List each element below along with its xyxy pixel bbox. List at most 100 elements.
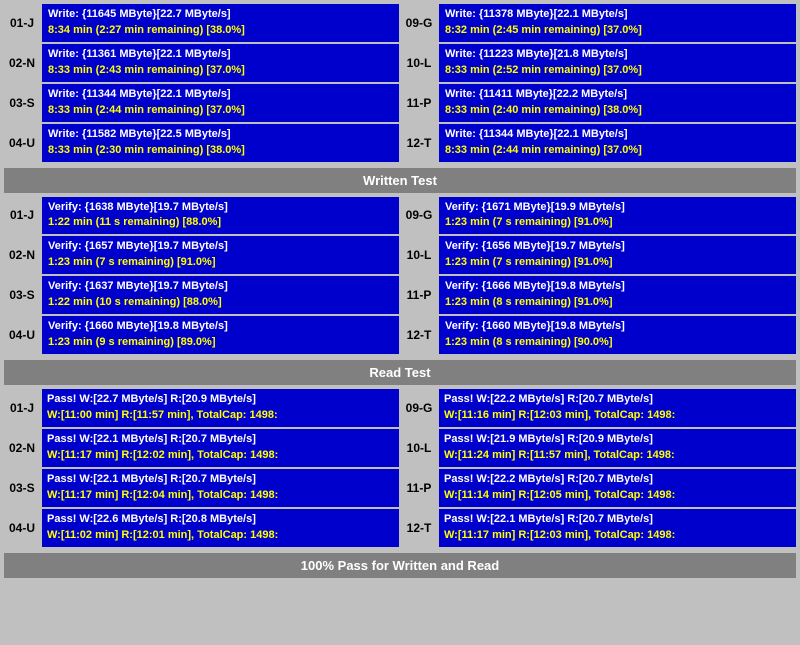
verify-line2-11p: 1:23 min (8 s remaining) [91.0%] [445, 295, 790, 311]
write-cell-12t: Write: {11344 MByte}[22.1 MByte/s] 8:33 … [439, 124, 796, 162]
read-cell-01j: Pass! W:[22.7 MByte/s] R:[20.9 MByte/s] … [42, 389, 399, 427]
read-section: 01-J Pass! W:[22.7 MByte/s] R:[20.9 MByt… [4, 389, 796, 549]
write-row-04u: 04-U Write: {11582 MByte}[22.5 MByte/s] … [4, 124, 399, 162]
row-label-02n: 02-N [4, 44, 40, 82]
read-test-header: Read Test [4, 360, 796, 385]
write-right-col: 09-G Write: {11378 MByte}[22.1 MByte/s] … [401, 4, 796, 164]
verify-row-11p: 11-P Verify: {1666 MByte}[19.8 MByte/s] … [401, 276, 796, 314]
footer-label: 100% Pass for Written and Read [301, 558, 499, 573]
verify-line1-09g: Verify: {1671 MByte}[19.9 MByte/s] [445, 200, 790, 216]
verify-row-10l: 10-L Verify: {1656 MByte}[19.7 MByte/s] … [401, 236, 796, 274]
write-line2-10l: 8:33 min (2:52 min remaining) [37.0%] [445, 63, 790, 79]
read-label-11p: 11-P [401, 469, 437, 507]
row-label-12t: 12-T [401, 124, 437, 162]
write-row-09g: 09-G Write: {11378 MByte}[22.1 MByte/s] … [401, 4, 796, 42]
write-line1-11p: Write: {11411 MByte}[22.2 MByte/s] [445, 87, 790, 103]
verify-line1-12t: Verify: {1660 MByte}[19.8 MByte/s] [445, 319, 790, 335]
verify-cell-04u: Verify: {1660 MByte}[19.8 MByte/s] 1:23 … [42, 316, 399, 354]
read-label-03s: 03-S [4, 469, 40, 507]
write-cell-10l: Write: {11223 MByte}[21.8 MByte/s] 8:33 … [439, 44, 796, 82]
read-line1-11p: Pass! W:[22.2 MByte/s] R:[20.7 MByte/s] [444, 472, 791, 488]
write-grid: 01-J Write: {11645 MByte}[22.7 MByte/s] … [4, 4, 796, 164]
read-cell-10l: Pass! W:[21.9 MByte/s] R:[20.9 MByte/s] … [439, 429, 796, 467]
read-label-12t: 12-T [401, 509, 437, 547]
write-row-11p: 11-P Write: {11411 MByte}[22.2 MByte/s] … [401, 84, 796, 122]
write-line1-03s: Write: {11344 MByte}[22.1 MByte/s] [48, 87, 393, 103]
verify-label-04u: 04-U [4, 316, 40, 354]
write-line2-03s: 8:33 min (2:44 min remaining) [37.0%] [48, 103, 393, 119]
read-row-09g: 09-G Pass! W:[22.2 MByte/s] R:[20.7 MByt… [401, 389, 796, 427]
write-line2-04u: 8:33 min (2:30 min remaining) [38.0%] [48, 143, 393, 159]
write-row-03s: 03-S Write: {11344 MByte}[22.1 MByte/s] … [4, 84, 399, 122]
verify-label-10l: 10-L [401, 236, 437, 274]
read-row-11p: 11-P Pass! W:[22.2 MByte/s] R:[20.7 MByt… [401, 469, 796, 507]
verify-line2-01j: 1:22 min (11 s remaining) [88.0%] [48, 215, 393, 231]
read-line1-01j: Pass! W:[22.7 MByte/s] R:[20.9 MByte/s] [47, 392, 394, 408]
verify-row-02n: 02-N Verify: {1657 MByte}[19.7 MByte/s] … [4, 236, 399, 274]
write-line1-04u: Write: {11582 MByte}[22.5 MByte/s] [48, 127, 393, 143]
read-grid: 01-J Pass! W:[22.7 MByte/s] R:[20.9 MByt… [4, 389, 796, 549]
write-section: 01-J Write: {11645 MByte}[22.7 MByte/s] … [4, 4, 796, 164]
read-cell-12t: Pass! W:[22.1 MByte/s] R:[20.7 MByte/s] … [439, 509, 796, 547]
verify-line1-03s: Verify: {1637 MByte}[19.7 MByte/s] [48, 279, 393, 295]
read-line2-09g: W:[11:16 min] R:[12:03 min], TotalCap: 1… [444, 408, 791, 424]
read-label-10l: 10-L [401, 429, 437, 467]
verify-cell-09g: Verify: {1671 MByte}[19.9 MByte/s] 1:23 … [439, 197, 796, 235]
write-cell-04u: Write: {11582 MByte}[22.5 MByte/s] 8:33 … [42, 124, 399, 162]
verify-line1-10l: Verify: {1656 MByte}[19.7 MByte/s] [445, 239, 790, 255]
verify-right-col: 09-G Verify: {1671 MByte}[19.9 MByte/s] … [401, 197, 796, 357]
read-line1-03s: Pass! W:[22.1 MByte/s] R:[20.7 MByte/s] [47, 472, 394, 488]
verify-line1-11p: Verify: {1666 MByte}[19.8 MByte/s] [445, 279, 790, 295]
read-label-01j: 01-J [4, 389, 40, 427]
write-cell-03s: Write: {11344 MByte}[22.1 MByte/s] 8:33 … [42, 84, 399, 122]
written-test-header: Written Test [4, 168, 796, 193]
row-label-11p: 11-P [401, 84, 437, 122]
write-row-10l: 10-L Write: {11223 MByte}[21.8 MByte/s] … [401, 44, 796, 82]
write-line2-12t: 8:33 min (2:44 min remaining) [37.0%] [445, 143, 790, 159]
write-cell-09g: Write: {11378 MByte}[22.1 MByte/s] 8:32 … [439, 4, 796, 42]
read-line1-10l: Pass! W:[21.9 MByte/s] R:[20.9 MByte/s] [444, 432, 791, 448]
read-line2-12t: W:[11:17 min] R:[12:03 min], TotalCap: 1… [444, 528, 791, 544]
verify-label-02n: 02-N [4, 236, 40, 274]
write-line1-01j: Write: {11645 MByte}[22.7 MByte/s] [48, 7, 393, 23]
write-cell-11p: Write: {11411 MByte}[22.2 MByte/s] 8:33 … [439, 84, 796, 122]
verify-cell-03s: Verify: {1637 MByte}[19.7 MByte/s] 1:22 … [42, 276, 399, 314]
verify-line2-10l: 1:23 min (7 s remaining) [91.0%] [445, 255, 790, 271]
write-line1-02n: Write: {11361 MByte}[22.1 MByte/s] [48, 47, 393, 63]
write-left-col: 01-J Write: {11645 MByte}[22.7 MByte/s] … [4, 4, 399, 164]
read-cell-02n: Pass! W:[22.1 MByte/s] R:[20.7 MByte/s] … [42, 429, 399, 467]
row-label-03s: 03-S [4, 84, 40, 122]
write-line2-11p: 8:33 min (2:40 min remaining) [38.0%] [445, 103, 790, 119]
read-left-col: 01-J Pass! W:[22.7 MByte/s] R:[20.9 MByt… [4, 389, 399, 549]
read-line1-09g: Pass! W:[22.2 MByte/s] R:[20.7 MByte/s] [444, 392, 791, 408]
read-row-01j: 01-J Pass! W:[22.7 MByte/s] R:[20.9 MByt… [4, 389, 399, 427]
read-line2-11p: W:[11:14 min] R:[12:05 min], TotalCap: 1… [444, 488, 791, 504]
read-line2-04u: W:[11:02 min] R:[12:01 min], TotalCap: 1… [47, 528, 394, 544]
verify-label-09g: 09-G [401, 197, 437, 235]
verify-line1-04u: Verify: {1660 MByte}[19.8 MByte/s] [48, 319, 393, 335]
read-row-03s: 03-S Pass! W:[22.1 MByte/s] R:[20.7 MByt… [4, 469, 399, 507]
verify-section: 01-J Verify: {1638 MByte}[19.7 MByte/s] … [4, 197, 796, 357]
read-line1-02n: Pass! W:[22.1 MByte/s] R:[20.7 MByte/s] [47, 432, 394, 448]
verify-row-04u: 04-U Verify: {1660 MByte}[19.8 MByte/s] … [4, 316, 399, 354]
read-row-10l: 10-L Pass! W:[21.9 MByte/s] R:[20.9 MByt… [401, 429, 796, 467]
verify-line1-02n: Verify: {1657 MByte}[19.7 MByte/s] [48, 239, 393, 255]
verify-line2-12t: 1:23 min (8 s remaining) [90.0%] [445, 335, 790, 351]
read-cell-04u: Pass! W:[22.6 MByte/s] R:[20.8 MByte/s] … [42, 509, 399, 547]
row-label-09g: 09-G [401, 4, 437, 42]
main-container: 01-J Write: {11645 MByte}[22.7 MByte/s] … [0, 0, 800, 582]
read-label-04u: 04-U [4, 509, 40, 547]
row-label-10l: 10-L [401, 44, 437, 82]
verify-cell-10l: Verify: {1656 MByte}[19.7 MByte/s] 1:23 … [439, 236, 796, 274]
write-row-02n: 02-N Write: {11361 MByte}[22.1 MByte/s] … [4, 44, 399, 82]
write-cell-01j: Write: {11645 MByte}[22.7 MByte/s] 8:34 … [42, 4, 399, 42]
row-label-01j: 01-J [4, 4, 40, 42]
verify-cell-12t: Verify: {1660 MByte}[19.8 MByte/s] 1:23 … [439, 316, 796, 354]
write-line1-12t: Write: {11344 MByte}[22.1 MByte/s] [445, 127, 790, 143]
read-label-09g: 09-G [401, 389, 437, 427]
read-cell-03s: Pass! W:[22.1 MByte/s] R:[20.7 MByte/s] … [42, 469, 399, 507]
verify-cell-11p: Verify: {1666 MByte}[19.8 MByte/s] 1:23 … [439, 276, 796, 314]
verify-grid: 01-J Verify: {1638 MByte}[19.7 MByte/s] … [4, 197, 796, 357]
read-cell-09g: Pass! W:[22.2 MByte/s] R:[20.7 MByte/s] … [439, 389, 796, 427]
write-line2-02n: 8:33 min (2:43 min remaining) [37.0%] [48, 63, 393, 79]
